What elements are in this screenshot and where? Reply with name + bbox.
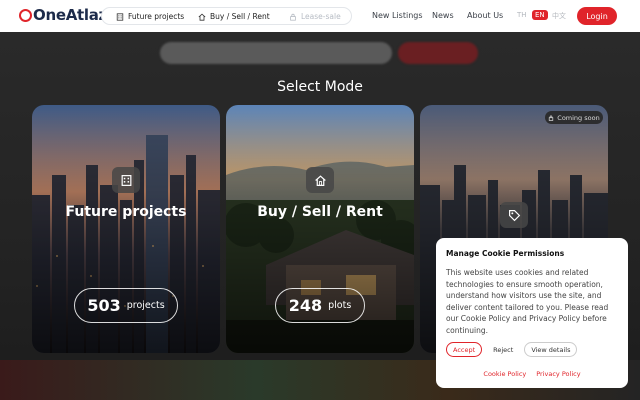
reject-button[interactable]: Reject — [487, 342, 519, 357]
card-title: Future projects — [65, 204, 187, 220]
card-title: Buy / Sell / Rent — [257, 204, 383, 220]
mode-label: Lease-sale — [301, 12, 341, 21]
logo[interactable]: OneAtlaz — [19, 6, 107, 24]
accept-button[interactable]: Accept — [446, 342, 483, 357]
lang-th[interactable]: TH — [517, 11, 527, 19]
background-search-button — [398, 42, 478, 64]
home-icon — [306, 167, 334, 193]
plot-count-pill: 248 plots — [275, 288, 365, 323]
mode-card-buy-sell-rent[interactable]: Buy / Sell / Rent 248 plots — [226, 105, 414, 353]
cookie-body: This website uses cookies and related te… — [446, 268, 609, 335]
mode-card-future-projects[interactable]: Future projects 503 projects — [32, 105, 220, 353]
badge-label: Coming soon — [557, 113, 600, 122]
mode-label: Buy / Sell / Rent — [210, 12, 270, 21]
plot-count-unit: plots — [328, 300, 352, 311]
project-count: 503 — [87, 296, 121, 315]
project-count-pill: 503 projects — [74, 288, 178, 323]
building-icon — [112, 167, 140, 193]
lock-icon — [549, 115, 554, 121]
privacy-policy-link[interactable]: Privacy Policy — [536, 370, 580, 378]
top-header: OneAtlaz Future projects Buy / Sell / Re… — [0, 0, 640, 32]
mode-lease-sale: Lease-sale — [289, 12, 341, 21]
cookie-actions: Accept Reject View details — [446, 342, 578, 357]
cookie-links: Cookie Policy Privacy Policy — [436, 370, 628, 378]
project-count-unit: projects — [126, 300, 165, 311]
home-icon — [198, 13, 206, 21]
tag-icon — [500, 202, 528, 228]
nav-news[interactable]: News — [432, 11, 454, 20]
building-icon — [116, 12, 124, 21]
cookie-dialog: Manage Cookie Permissions This website u… — [436, 238, 628, 388]
mode-future-projects[interactable]: Future projects — [116, 12, 184, 21]
page-title: Select Mode — [277, 79, 363, 95]
mode-buy-sell-rent[interactable]: Buy / Sell / Rent — [198, 12, 270, 21]
lang-en[interactable]: EN — [532, 10, 548, 20]
nav-new-listings[interactable]: New Listings — [372, 11, 423, 20]
cookie-policy-link[interactable]: Cookie Policy — [483, 370, 526, 378]
mode-label: Future projects — [128, 12, 185, 21]
lock-icon — [290, 13, 296, 21]
view-details-button[interactable]: View details — [524, 342, 578, 357]
plot-count: 248 — [288, 296, 323, 315]
nav-about-us[interactable]: About Us — [467, 11, 503, 20]
login-button[interactable]: Login — [577, 7, 617, 25]
logo-mark — [19, 8, 32, 22]
cookie-title: Manage Cookie Permissions — [446, 249, 565, 258]
logo-text: OneAtlaz — [33, 6, 107, 24]
lang-zh[interactable]: 中文 — [552, 11, 566, 21]
mode-switcher: Future projects Buy / Sell / Rent Lease-… — [101, 7, 352, 25]
coming-soon-badge: Coming soon — [545, 111, 603, 124]
background-search-bar — [160, 42, 392, 64]
